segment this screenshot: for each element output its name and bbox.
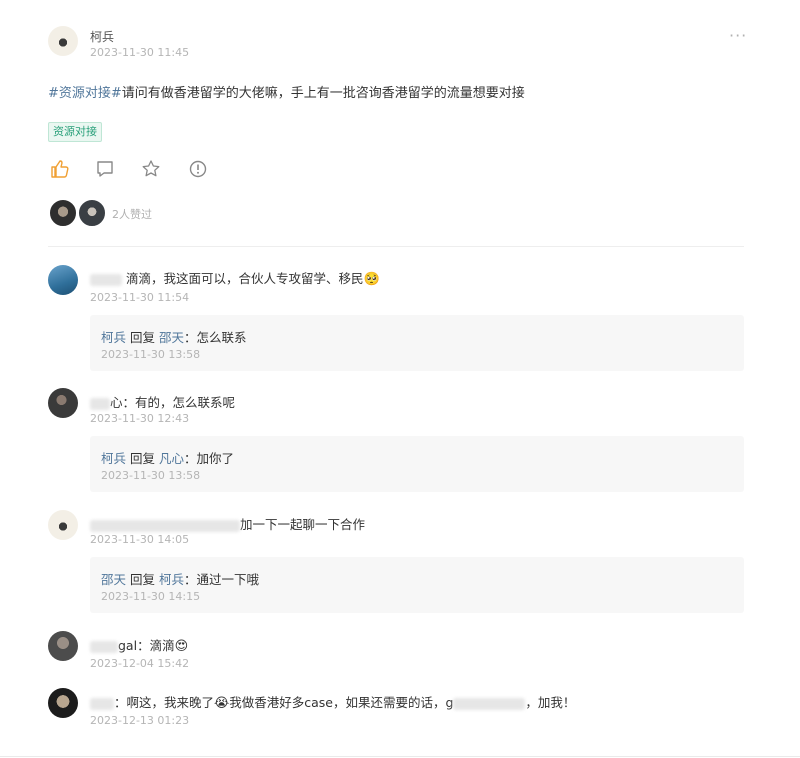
emoji-icon: 😭: [214, 696, 230, 711]
post-time: 2023-11-30 11:45: [90, 46, 190, 59]
blurred-name: [90, 519, 240, 532]
bottom-border: [0, 756, 800, 757]
reply-box: 柯兵 回复 邵天：怎么联系 2023-11-30 13:58: [90, 315, 744, 371]
post-text: 请问有做香港留学的大佬嘛，手上有一批咨询香港留学的流量想要对接: [121, 86, 525, 101]
report-icon[interactable]: [188, 159, 208, 179]
commenter-avatar[interactable]: [48, 510, 78, 540]
comment-text: 加一下一起聊一下合作: [90, 514, 365, 533]
blurred-name: [90, 397, 110, 410]
comment-time: 2023-11-30 11:54: [90, 291, 190, 304]
commenter-avatar[interactable]: [48, 688, 78, 718]
commenter-avatar[interactable]: [48, 631, 78, 661]
comment-text: ：啊这，我来晚了😭我做香港好多case，如果还需要的话，g ，加我！: [90, 692, 575, 711]
comment-time: 2023-11-30 12:43: [90, 412, 190, 425]
emoji-icon: 🥺: [363, 272, 380, 287]
liker-avatar[interactable]: [49, 199, 77, 227]
reply-time: 2023-11-30 13:58: [101, 469, 201, 482]
reply-box: 邵天 回复 柯兵：通过一下哦 2023-11-30 14:15: [90, 557, 744, 613]
reply-time: 2023-11-30 13:58: [101, 348, 201, 361]
hashtag-link[interactable]: #资源对接#: [48, 86, 122, 101]
reply-to-user[interactable]: 邵天: [159, 330, 184, 345]
star-icon[interactable]: [141, 159, 161, 179]
divider: [48, 246, 744, 247]
more-options-icon[interactable]: ···: [729, 26, 747, 45]
comment-time: 2023-12-13 01:23: [90, 714, 190, 727]
blurred-name: [90, 697, 114, 710]
post-card: 柯兵 2023-11-30 11:45 ··· #资源对接#请问有做香港留学的大…: [0, 0, 800, 758]
comment-text: 滴滴，我这面可以，合伙人专攻留学、移民🥺: [90, 268, 380, 287]
comment-time: 2023-12-04 15:42: [90, 657, 190, 670]
comment-text: gal：滴滴😍: [90, 635, 188, 654]
likers-count[interactable]: 2人赞过: [112, 206, 152, 222]
topic-tag[interactable]: 资源对接: [48, 122, 102, 142]
reply-from-user[interactable]: 邵天: [101, 572, 126, 587]
reply-text: 柯兵 回复 邵天：怎么联系: [101, 330, 247, 345]
like-icon[interactable]: [50, 159, 70, 179]
reply-box: 柯兵 回复 凡心：加你了 2023-11-30 13:58: [90, 436, 744, 492]
comment-time: 2023-11-30 14:05: [90, 533, 190, 546]
reply-from-user[interactable]: 柯兵: [101, 330, 126, 345]
liker-avatar[interactable]: [78, 199, 106, 227]
reply-from-user[interactable]: 柯兵: [101, 451, 126, 466]
reply-text: 邵天 回复 柯兵：通过一下哦: [101, 572, 260, 587]
author-name[interactable]: 柯兵: [90, 28, 114, 45]
post-content: #资源对接#请问有做香港留学的大佬嘛，手上有一批咨询香港留学的流量想要对接: [48, 82, 525, 101]
emoji-icon: 😍: [174, 639, 189, 654]
reply-to-user[interactable]: 柯兵: [159, 572, 184, 587]
reply-to-user[interactable]: 凡心: [159, 451, 184, 466]
reply-text: 柯兵 回复 凡心：加你了: [101, 451, 235, 466]
blurred-contact: [453, 697, 526, 710]
comment-text: 心：有的，怎么联系呢: [90, 392, 235, 411]
blurred-name: [90, 640, 118, 653]
blurred-name: [90, 273, 122, 286]
comment-icon[interactable]: [95, 159, 115, 179]
author-avatar[interactable]: [48, 26, 78, 56]
reply-time: 2023-11-30 14:15: [101, 590, 201, 603]
commenter-avatar[interactable]: [48, 388, 78, 418]
commenter-avatar[interactable]: [48, 265, 78, 295]
